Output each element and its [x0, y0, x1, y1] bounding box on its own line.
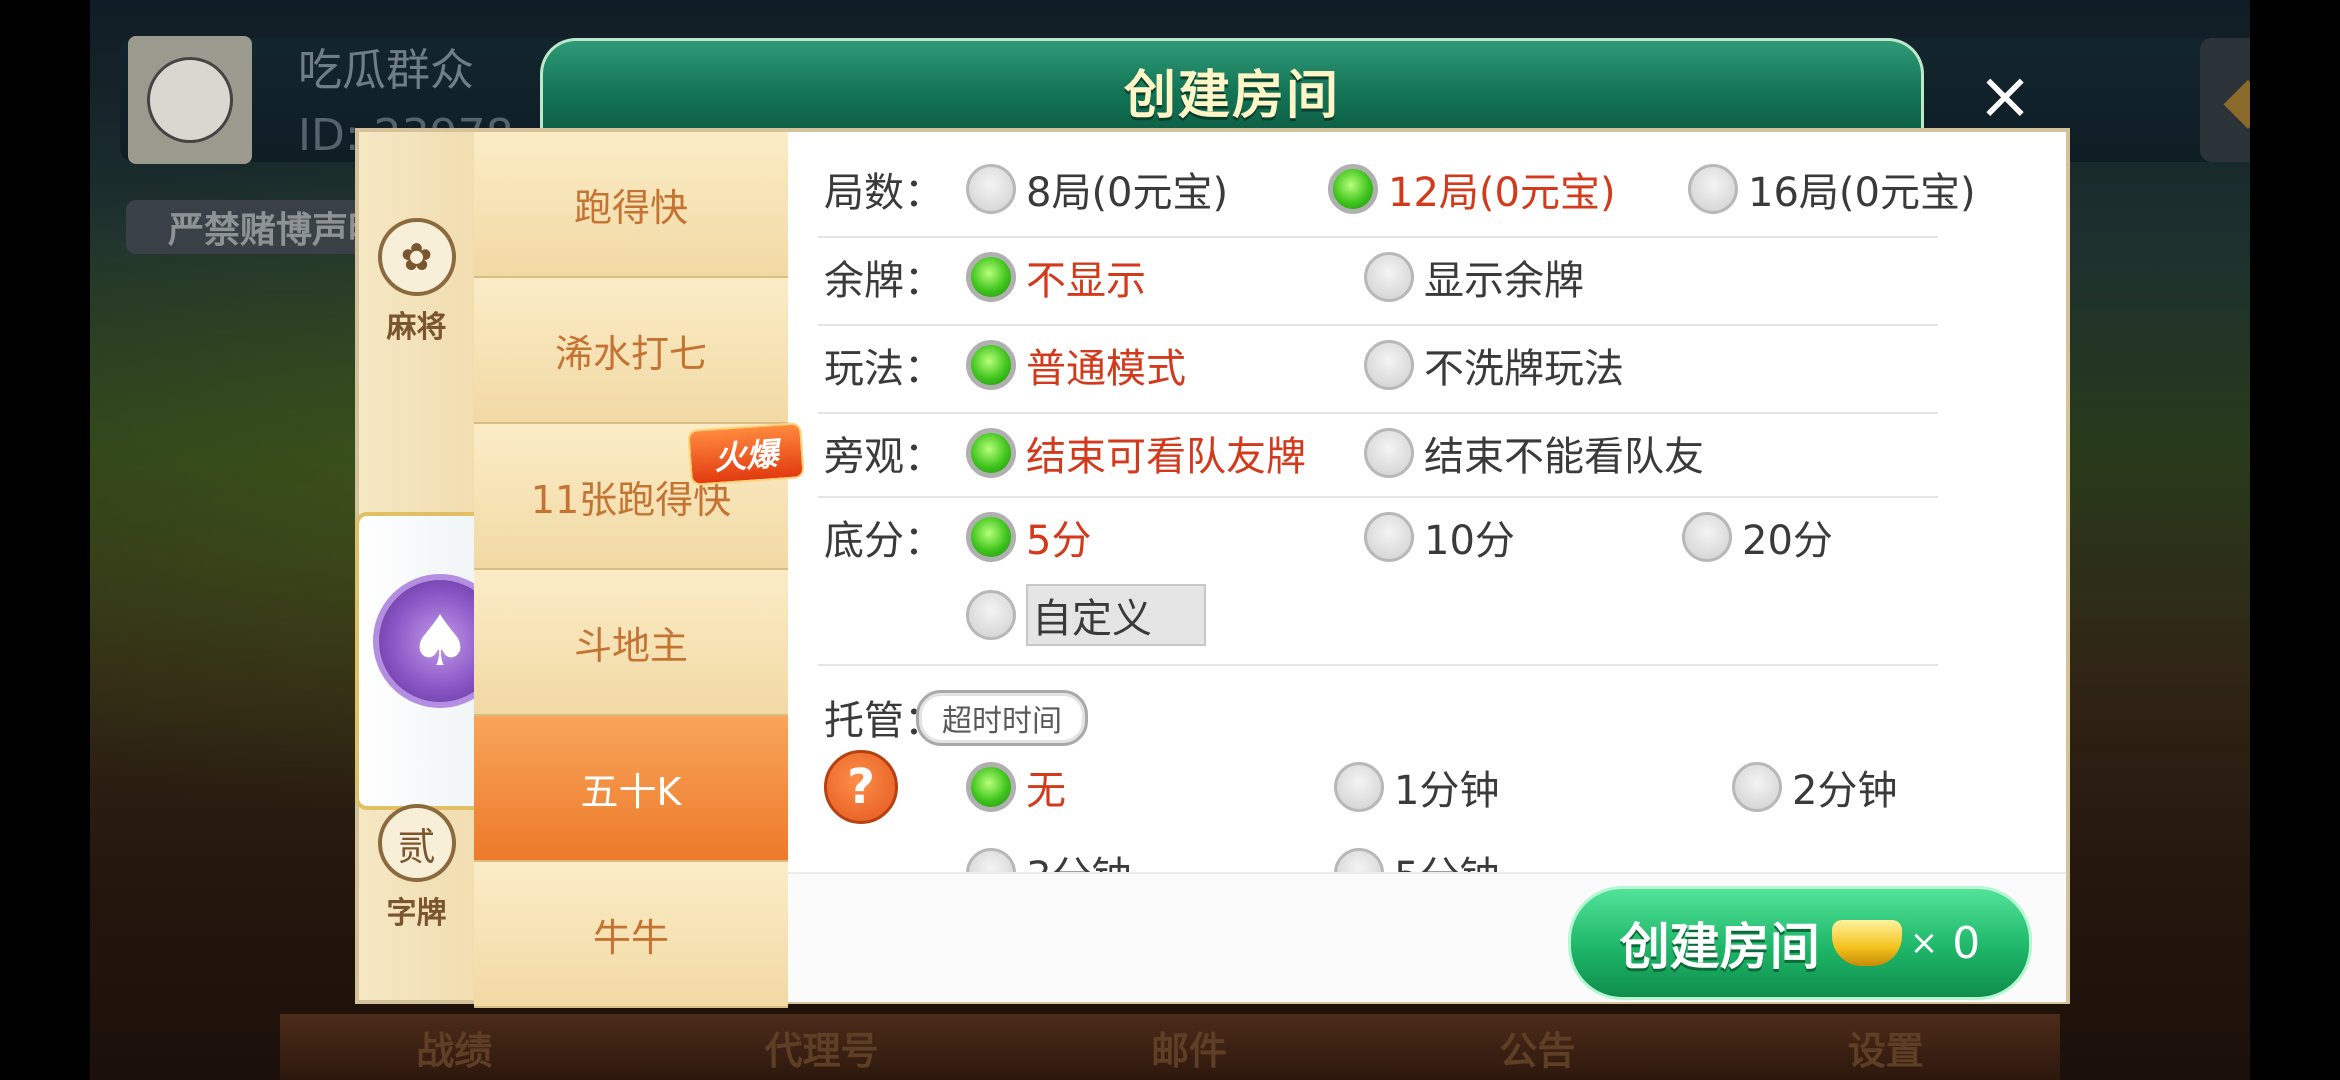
- radio-icon: [1732, 762, 1782, 812]
- trustee-option-none[interactable]: 无: [966, 758, 1066, 816]
- radio-selected-icon: [966, 340, 1016, 390]
- divider: [818, 324, 1938, 326]
- divider: [818, 664, 1938, 666]
- category-label: 字牌: [386, 896, 447, 931]
- radio-icon: [966, 164, 1016, 214]
- divider: [818, 496, 1938, 498]
- dialog-footer: 创建房间 × 0: [788, 872, 2066, 1002]
- create-room-dialog: 创建房间 × ✿ 麻将 ♠ 贰 字牌 跑得快 浠水打七 11张跑得快 斗地主 五…: [355, 38, 2070, 1008]
- spectate-label: 旁观：: [824, 434, 944, 480]
- bottom-tab-notice[interactable]: 公告: [1499, 1020, 1575, 1075]
- dialog-header: 创建房间: [540, 38, 1924, 133]
- hot-badge: 火爆: [687, 422, 805, 486]
- trustee-option-3min[interactable]: 3分钟: [966, 844, 1131, 872]
- trustee-option-2min[interactable]: 2分钟: [1732, 758, 1897, 816]
- remaining-option-hide[interactable]: 不显示: [966, 248, 1146, 306]
- bottom-tab-settings[interactable]: 设置: [1848, 1020, 1924, 1075]
- flower-icon: ✿: [377, 218, 456, 296]
- spectate-option-cannot[interactable]: 结束不能看队友: [1364, 424, 1704, 482]
- trustee-option-1min[interactable]: 1分钟: [1334, 758, 1499, 816]
- radio-icon: [1364, 512, 1414, 562]
- options-panel: 局数： 8局(0元宝) 12局(0元宝) 16局(0元宝) 余牌： 不显示 显示…: [788, 132, 2066, 872]
- bottom-tab-mail[interactable]: 邮件: [1151, 1020, 1227, 1075]
- rounds-option-8[interactable]: 8局(0元宝): [966, 160, 1228, 218]
- er-character-icon: 贰: [377, 804, 456, 882]
- game-item-paodekuai[interactable]: 跑得快: [474, 132, 788, 278]
- radio-icon: [1334, 762, 1384, 812]
- custom-score-field[interactable]: 自定义: [1026, 584, 1206, 646]
- dialog-body: ✿ 麻将 ♠ 贰 字牌 跑得快 浠水打七 11张跑得快 斗地主 五十K 牛牛 火…: [355, 128, 2070, 1008]
- base-score-option-10[interactable]: 10分: [1364, 508, 1515, 566]
- game-item-xishui[interactable]: 浠水打七: [474, 278, 788, 424]
- create-room-label: 创建房间: [1619, 918, 1820, 976]
- radio-icon: [1682, 512, 1732, 562]
- game-item-doudizhu[interactable]: 斗地主: [474, 570, 788, 716]
- gold-ingot-icon: [1831, 920, 1902, 966]
- radio-icon: [1364, 252, 1414, 302]
- timeout-pill: 超时时间: [916, 690, 1088, 746]
- screen-bezel-right: [2250, 0, 2340, 1080]
- divider: [818, 236, 1938, 238]
- times-sign: ×: [1909, 923, 1939, 963]
- radio-icon: [1688, 164, 1738, 214]
- base-score-option-custom[interactable]: 自定义: [966, 584, 1206, 646]
- mode-option-noshuffle[interactable]: 不洗牌玩法: [1364, 336, 1624, 394]
- base-score-option-5[interactable]: 5分: [966, 508, 1091, 566]
- base-score-option-20[interactable]: 20分: [1682, 508, 1833, 566]
- help-icon[interactable]: ?: [824, 750, 898, 824]
- remaining-label: 余牌：: [824, 258, 944, 304]
- diamond-menu-icon[interactable]: ◆: [2200, 38, 2250, 162]
- divider: [818, 412, 1938, 414]
- game-item-niuniu[interactable]: 牛牛: [474, 862, 788, 1008]
- dialog-title: 创建房间: [1123, 66, 1340, 126]
- radio-selected-icon: [966, 252, 1016, 302]
- game-item-wushik[interactable]: 五十K: [474, 716, 788, 862]
- screen-bezel-left: [0, 0, 90, 1080]
- bottom-tab-agent[interactable]: 代理号: [765, 1020, 879, 1075]
- radio-selected-icon: [966, 512, 1016, 562]
- radio-icon: [966, 590, 1016, 640]
- lobby-bottom-bar: 战绩 代理号 邮件 公告 设置: [280, 1014, 2060, 1080]
- rounds-option-12[interactable]: 12局(0元宝): [1328, 160, 1616, 218]
- mode-label: 玩法：: [824, 346, 944, 392]
- category-label: 麻将: [386, 310, 447, 345]
- mode-option-normal[interactable]: 普通模式: [966, 336, 1186, 394]
- avatar-face-icon: [147, 57, 233, 143]
- close-button[interactable]: ×: [1965, 56, 2045, 136]
- rounds-option-16[interactable]: 16局(0元宝): [1688, 160, 1976, 218]
- trustee-option-5min[interactable]: 5分钟: [1334, 844, 1499, 872]
- create-room-button[interactable]: 创建房间 × 0: [1568, 886, 2032, 1000]
- category-zipai[interactable]: 贰 字牌: [359, 804, 474, 932]
- radio-icon: [966, 848, 1016, 872]
- remaining-option-show[interactable]: 显示余牌: [1364, 248, 1584, 306]
- avatar[interactable]: [128, 36, 252, 164]
- radio-icon: [1334, 848, 1384, 872]
- rounds-label: 局数：: [824, 170, 944, 216]
- radio-selected-icon: [966, 428, 1016, 478]
- spectate-option-can[interactable]: 结束可看队友牌: [966, 424, 1306, 482]
- create-cost: 0: [1952, 917, 1981, 969]
- category-column: ✿ 麻将 ♠ 贰 字牌: [355, 132, 533, 1000]
- radio-selected-icon: [1328, 164, 1378, 214]
- category-mahjong[interactable]: ✿ 麻将: [359, 218, 474, 346]
- radio-selected-icon: [966, 762, 1016, 812]
- radio-icon: [1364, 340, 1414, 390]
- bottom-tab-records[interactable]: 战绩: [416, 1020, 492, 1075]
- game-list: 跑得快 浠水打七 11张跑得快 斗地主 五十K 牛牛: [474, 132, 788, 1008]
- base-score-label: 底分：: [824, 518, 944, 564]
- radio-icon: [1364, 428, 1414, 478]
